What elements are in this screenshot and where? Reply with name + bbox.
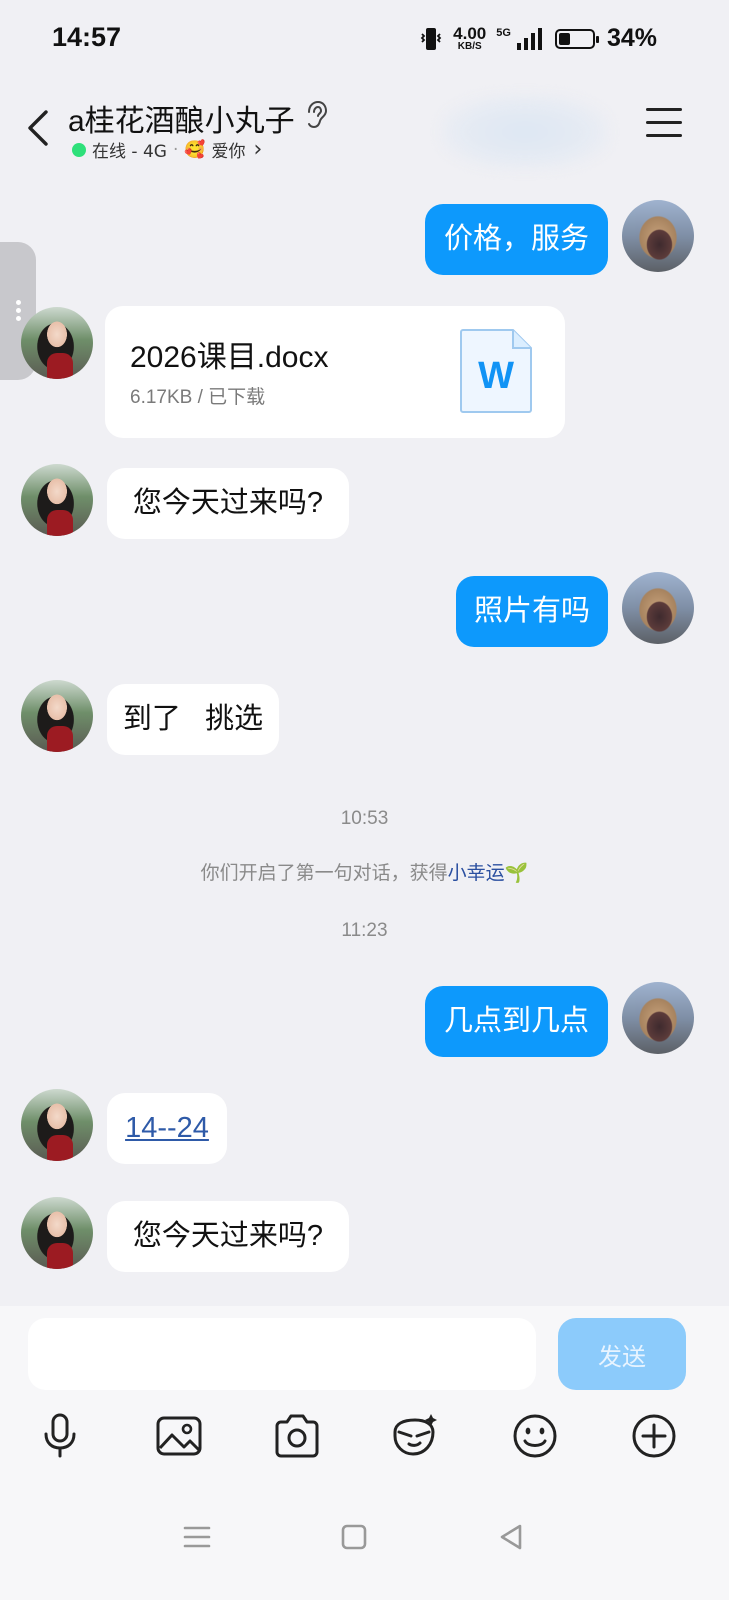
online-status-text: 在线 - 4G — [92, 142, 167, 162]
word-document-icon: W — [460, 329, 532, 413]
contact-avatar[interactable] — [21, 464, 93, 536]
ear-icon[interactable] — [303, 100, 329, 130]
net-speed-value: 4.00 — [453, 24, 487, 43]
contact-avatar[interactable] — [21, 680, 93, 752]
signal-icon — [516, 27, 542, 50]
status-bar: 14:57 4.00 KB/S 5G 34% — [0, 0, 729, 80]
timestamp: 11:23 — [341, 920, 388, 941]
file-meta: 6.17KB / 已下载 — [130, 387, 266, 408]
message-bubble-incoming[interactable]: 到了 挑选 — [107, 684, 279, 755]
send-button[interactable]: 发送 — [558, 1318, 686, 1390]
mood-emoji: 🥰 — [184, 139, 206, 160]
message-text: 您今天过来吗? — [132, 487, 324, 519]
message-input[interactable] — [28, 1318, 536, 1390]
back-icon[interactable] — [22, 106, 62, 150]
vibrate-icon — [420, 27, 442, 50]
sticker-icon[interactable] — [389, 1410, 441, 1462]
message-bubble-incoming[interactable]: 14--24 — [107, 1093, 227, 1164]
my-avatar[interactable] — [622, 982, 694, 1054]
system-message-text: 你们开启了第一句对话，获得 — [200, 862, 448, 884]
net-speed: 4.00 KB/S — [453, 25, 486, 52]
online-dot-icon — [72, 142, 86, 157]
contact-status[interactable]: 在线 - 4G · 🥰 爱你 › — [72, 137, 262, 162]
status-indicators: 4.00 KB/S 5G 34% — [419, 24, 657, 53]
battery-percent: 34% — [606, 24, 657, 52]
message-text: 照片有吗 — [473, 595, 590, 627]
blurred-region — [440, 94, 610, 170]
my-avatar[interactable] — [622, 200, 694, 272]
image-icon[interactable] — [153, 1410, 205, 1462]
system-message: 你们开启了第一句对话，获得小幸运🌱 — [0, 858, 729, 885]
my-avatar[interactable] — [622, 572, 694, 644]
message-text: 您今天过来吗? — [132, 1220, 324, 1252]
plus-icon[interactable] — [628, 1410, 680, 1462]
emoji-icon[interactable] — [509, 1410, 561, 1462]
recent-apps-icon[interactable] — [180, 1520, 214, 1554]
nav-back-icon[interactable] — [494, 1520, 528, 1554]
file-icon-letter: W — [478, 355, 514, 397]
contact-avatar[interactable] — [21, 307, 93, 379]
message-bubble-outgoing[interactable]: 几点到几点 — [425, 986, 608, 1057]
message-link-text[interactable]: 14--24 — [125, 1114, 209, 1143]
contact-name[interactable]: a桂花酒酿小丸子 — [68, 96, 295, 140]
message-bubble-outgoing[interactable]: 照片有吗 — [456, 576, 608, 647]
camera-icon[interactable] — [271, 1410, 323, 1462]
contact-avatar[interactable] — [21, 1089, 93, 1161]
message-bubble-incoming[interactable]: 您今天过来吗? — [107, 1201, 349, 1272]
file-name: 2026课目.docx — [130, 341, 329, 374]
message-text: 到了 挑选 — [122, 703, 264, 735]
status-time: 14:57 — [52, 22, 122, 52]
microphone-icon[interactable] — [34, 1410, 86, 1462]
home-icon[interactable] — [337, 1520, 371, 1554]
message-text: 几点到几点 — [443, 1005, 589, 1037]
timestamp: 10:53 — [340, 808, 389, 829]
menu-icon[interactable] — [646, 108, 682, 142]
chevron-right-icon: › — [253, 137, 263, 162]
network-type: 5G — [496, 26, 511, 39]
contact-avatar[interactable] — [21, 1197, 93, 1269]
chat-header: a桂花酒酿小丸子 在线 - 4G · 🥰 爱你 › — [0, 90, 729, 170]
sprout-icon: 🌱 — [504, 862, 529, 884]
system-nav-bar — [0, 1490, 729, 1600]
net-speed-unit: KB/S — [457, 41, 482, 52]
mood-text: 爱你 — [211, 142, 246, 162]
battery-icon — [554, 28, 599, 49]
lucky-link[interactable]: 小幸运 — [448, 862, 505, 884]
message-bubble-incoming[interactable]: 您今天过来吗? — [107, 468, 349, 539]
message-text: 价格，服务 — [443, 223, 589, 255]
file-message[interactable]: 2026课目.docx 6.17KB / 已下载 W — [105, 306, 565, 438]
status-separator: · — [172, 139, 179, 160]
message-bubble-outgoing[interactable]: 价格，服务 — [425, 204, 608, 275]
